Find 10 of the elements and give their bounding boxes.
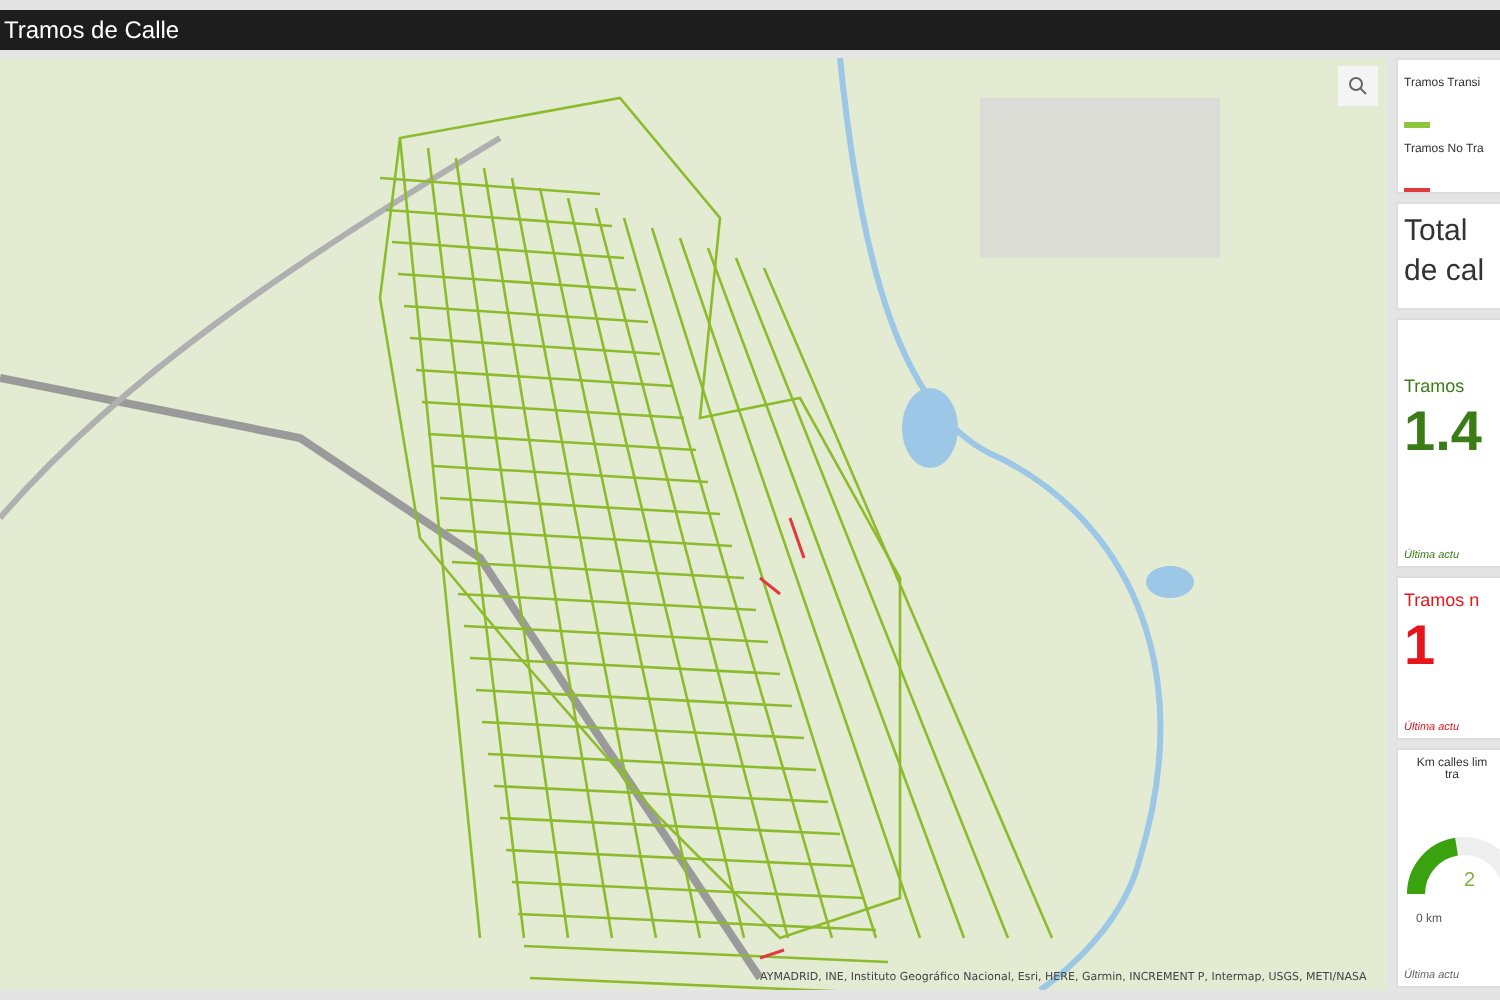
total-heading: de cal — [1404, 252, 1487, 292]
search-icon — [1348, 76, 1368, 96]
app-title: Tramos de Calle — [4, 16, 180, 44]
total-heading: Total — [1404, 212, 1470, 252]
gauge-value: 2 — [1464, 870, 1476, 892]
indicator-value: 1.4 — [1404, 398, 1484, 466]
search-button[interactable] — [1338, 66, 1378, 106]
indicator-title: Tramos — [1404, 376, 1467, 396]
indicator-value: 1 — [1404, 612, 1438, 680]
indicator-title: Tramos n — [1404, 590, 1482, 610]
